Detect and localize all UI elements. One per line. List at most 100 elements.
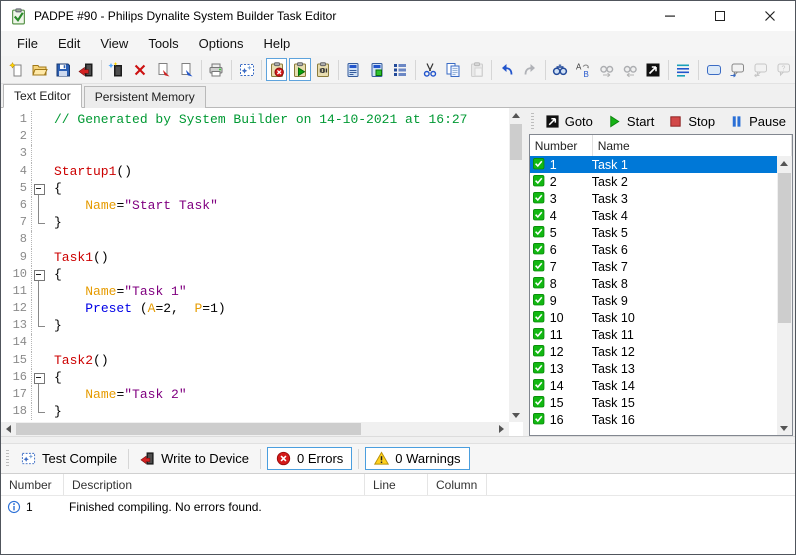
fold-toggle-icon[interactable] (34, 269, 45, 281)
code-line[interactable]: 8 (1, 231, 509, 249)
code-line[interactable]: 14 (1, 334, 509, 352)
copy-task-icon[interactable] (152, 58, 173, 81)
task-enabled-check-icon[interactable] (532, 260, 546, 273)
code-line[interactable]: 7} (1, 214, 509, 232)
comment-block-icon[interactable] (703, 58, 724, 81)
task-enabled-check-icon[interactable] (532, 345, 546, 358)
task-enabled-check-icon[interactable] (532, 294, 546, 307)
task-row[interactable]: 8 Task 8 (530, 275, 777, 292)
close-button[interactable] (745, 1, 795, 31)
new-task-icon[interactable] (106, 58, 127, 81)
find-icon[interactable] (550, 58, 571, 81)
format-icon[interactable] (673, 58, 694, 81)
scroll-up-icon[interactable] (509, 108, 523, 122)
code-line[interactable]: 3 (1, 145, 509, 163)
task-enabled-check-icon[interactable] (532, 226, 546, 239)
cut-icon[interactable] (420, 58, 441, 81)
task-row[interactable]: 16 Task 16 (530, 411, 777, 428)
task-row[interactable]: 11 Task 11 (530, 326, 777, 343)
editor-vertical-scrollbar[interactable] (508, 108, 523, 422)
code-editor[interactable]: 1 // Generated by System Builder on 14-10… (1, 108, 523, 436)
errors-button[interactable]: 0 Errors (267, 447, 353, 470)
task-enabled-check-icon[interactable] (532, 413, 546, 426)
goto-line-icon[interactable] (642, 58, 663, 81)
maximize-button[interactable] (695, 1, 745, 31)
horizontal-splitter[interactable] (1, 436, 795, 443)
task-list-scrollbar[interactable] (777, 156, 792, 435)
fold-toggle-icon[interactable] (34, 183, 45, 195)
menu-file[interactable]: File (7, 32, 48, 55)
task-row[interactable]: 12 Task 12 (530, 343, 777, 360)
menu-help[interactable]: Help (253, 32, 300, 55)
paste-icon[interactable] (466, 58, 487, 81)
editor-vscroll-thumb[interactable] (509, 124, 522, 160)
message-row[interactable]: 1 Finished compiling. No errors found. (1, 496, 795, 517)
code-line[interactable]: 17 Name="Task 2" (1, 386, 509, 404)
code-line[interactable]: 6 Name="Start Task" (1, 196, 509, 215)
code-line[interactable]: 11 Name="Task 1" (1, 282, 509, 301)
code-line[interactable]: 2 (1, 128, 509, 146)
fold-toggle-icon[interactable] (34, 372, 45, 384)
editor-horizontal-scrollbar[interactable] (1, 422, 509, 436)
new-file-icon[interactable] (6, 58, 27, 81)
stop-button[interactable]: Stop (661, 112, 722, 131)
task-enabled-check-icon[interactable] (532, 277, 546, 290)
write-to-device-button[interactable]: Write to Device (132, 448, 257, 469)
redo-icon[interactable] (519, 58, 540, 81)
scroll-down-icon[interactable] (509, 408, 523, 422)
comment-remove-icon[interactable] (749, 58, 770, 81)
start-button[interactable]: Start (600, 112, 661, 131)
scroll-left-icon[interactable] (1, 422, 15, 436)
task-enabled-check-icon[interactable] (532, 379, 546, 392)
compile-icon[interactable] (236, 58, 257, 81)
task-row[interactable]: 10 Task 10 (530, 309, 777, 326)
task-enabled-check-icon[interactable] (532, 158, 546, 171)
open-file-icon[interactable] (29, 58, 50, 81)
code-line[interactable]: 16 { (1, 368, 509, 386)
scroll-up-icon[interactable] (777, 156, 791, 170)
device-memory-icon[interactable] (366, 58, 387, 81)
menu-tools[interactable]: Tools (138, 32, 188, 55)
scroll-down-icon[interactable] (777, 421, 791, 435)
task-row[interactable]: 7 Task 7 (530, 258, 777, 275)
code-line[interactable]: 4 Startup1() (1, 162, 509, 180)
comment-add-icon[interactable] (726, 58, 747, 81)
task-row[interactable]: 1 Task 1 (529, 156, 777, 173)
paste-task-icon[interactable] (176, 58, 197, 81)
column-header-description[interactable]: Description (64, 474, 365, 495)
code-line[interactable]: 1 // Generated by System Builder on 14-10… (1, 111, 509, 129)
find-previous-icon[interactable] (619, 58, 640, 81)
task-row[interactable]: 5 Task 5 (530, 224, 777, 241)
code-line[interactable]: 5{ (1, 179, 509, 197)
task-enabled-check-icon[interactable] (532, 192, 546, 205)
tab-text-editor[interactable]: Text Editor (3, 84, 82, 108)
code-line[interactable]: 10 { (1, 265, 509, 283)
tab-persistent-memory[interactable]: Persistent Memory (83, 86, 206, 108)
task-enabled-check-icon[interactable] (532, 209, 546, 222)
replace-icon[interactable]: AB (573, 58, 594, 81)
task-enabled-check-icon[interactable] (532, 175, 546, 188)
column-header-column[interactable]: Column (428, 474, 487, 495)
device-list-icon[interactable] (389, 58, 410, 81)
task-row[interactable]: 9 Task 9 (530, 292, 777, 309)
toolbar-grip[interactable] (6, 450, 9, 467)
undo-icon[interactable] (496, 58, 517, 81)
column-header-number[interactable]: Number (530, 135, 593, 156)
print-icon[interactable] (206, 58, 227, 81)
task-row[interactable]: 13 Task 13 (530, 360, 777, 377)
code-line[interactable]: 18} (1, 403, 509, 421)
task-row[interactable]: 6 Task 6 (530, 241, 777, 258)
menu-view[interactable]: View (90, 32, 138, 55)
menu-options[interactable]: Options (189, 32, 254, 55)
pause-button[interactable]: Pause (722, 112, 793, 131)
column-header-line[interactable]: Line (365, 474, 428, 495)
task-row[interactable]: 4 Task 4 (530, 207, 777, 224)
task-enabled-check-icon[interactable] (532, 243, 546, 256)
task-row[interactable]: 2 Task 2 (530, 173, 777, 190)
editor-hscroll-thumb[interactable] (16, 423, 362, 435)
minimize-button[interactable] (645, 1, 695, 31)
task-row[interactable]: 3 Task 3 (530, 190, 777, 207)
goto-button[interactable]: Goto (538, 112, 600, 131)
task-scroll-thumb[interactable] (778, 173, 791, 323)
toolbar-grip[interactable] (530, 112, 534, 130)
